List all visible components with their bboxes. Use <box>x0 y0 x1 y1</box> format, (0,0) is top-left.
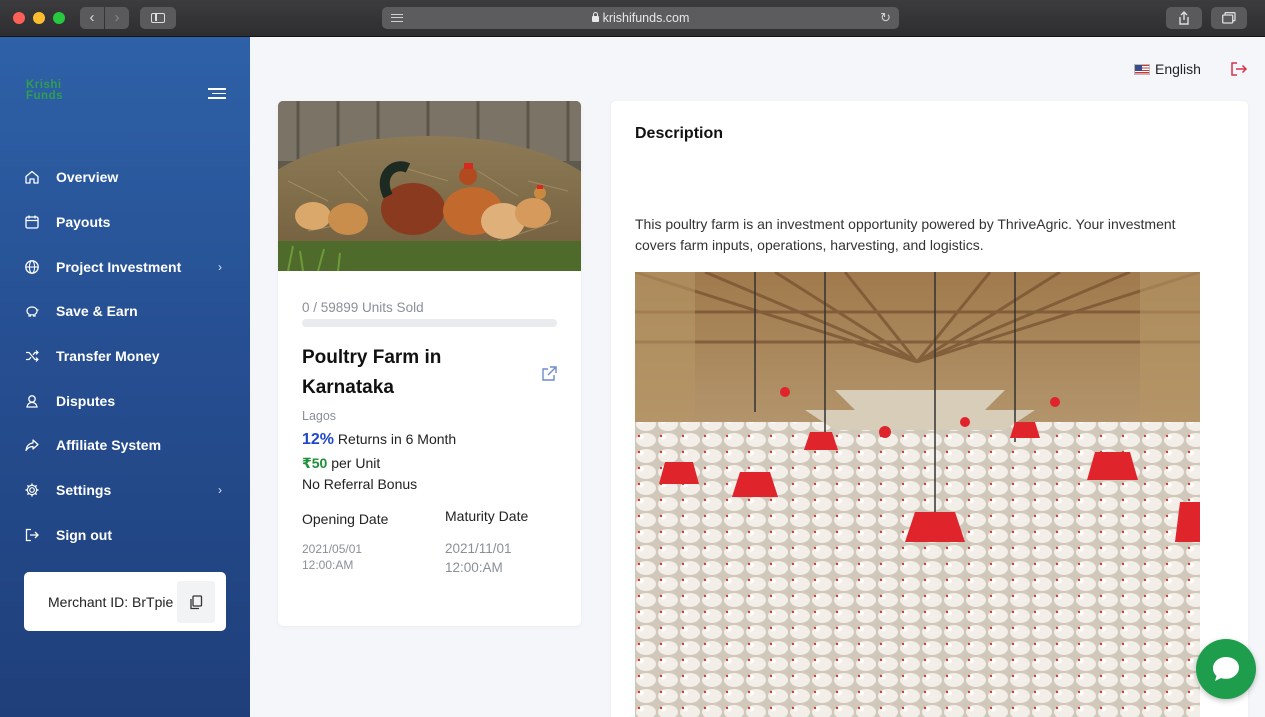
sidebar-menu: Overview Payouts Project Investment › Sa… <box>0 155 250 557</box>
referral-bonus: No Referral Bonus <box>302 476 418 492</box>
reader-icon[interactable] <box>391 14 403 22</box>
units-sold-text: 0 / 59899 Units Sold <box>302 300 424 315</box>
live-chat-button[interactable] <box>1196 639 1256 699</box>
sidebar-item-label: Save & Earn <box>56 303 138 320</box>
maturity-date-label: Maturity Date <box>445 508 529 524</box>
us-flag-icon <box>1134 63 1150 75</box>
sidebar-item-settings[interactable]: Settings › <box>0 468 250 513</box>
chat-bubble-icon <box>1213 657 1239 681</box>
logo[interactable]: Krishi Funds <box>26 79 63 102</box>
copy-icon <box>190 594 203 609</box>
units-sold-progress <box>302 319 557 327</box>
external-link-icon <box>542 366 557 381</box>
user-badge-icon <box>24 393 40 409</box>
url-text: krishifunds.com <box>602 11 690 25</box>
sidebar-item-payouts[interactable]: Payouts <box>0 200 250 245</box>
back-button[interactable]: ‹ <box>80 7 104 29</box>
sidebar-item-label: Disputes <box>56 392 116 409</box>
sidebar-item-sign-out[interactable]: Sign out <box>0 513 250 558</box>
share-button[interactable] <box>1166 7 1202 29</box>
project-location: Lagos <box>302 409 337 423</box>
zoom-window-button[interactable] <box>53 12 65 24</box>
close-window-button[interactable] <box>13 12 25 24</box>
merchant-id-box: Merchant ID: BrTpie <box>24 572 226 631</box>
browser-toolbar: ‹ › krishifunds.com ↻ <box>0 0 1265 37</box>
project-title: Poultry Farm in Karnataka <box>302 347 442 398</box>
sidebar-item-label: Settings <box>56 482 112 499</box>
calendar-icon <box>24 214 40 230</box>
share-icon <box>1179 11 1189 25</box>
sign-out-icon <box>24 527 40 543</box>
merchant-id-text: Merchant ID: BrTpie <box>48 593 174 610</box>
sidebar-item-disputes[interactable]: Disputes <box>0 378 250 423</box>
sidebar-item-label: Sign out <box>56 526 112 543</box>
opening-date: 2021/05/01 <box>302 542 363 556</box>
opening-time: 12:00:AM <box>302 558 354 572</box>
description-title: Description <box>635 125 724 142</box>
returns-percent: 12% <box>302 431 335 448</box>
sidebar-item-label: Project Investment <box>56 258 182 275</box>
sidebar-item-label: Overview <box>56 169 119 186</box>
piggy-bank-icon <box>24 303 40 319</box>
share-icon <box>24 437 40 453</box>
sidebar-item-label: Affiliate System <box>56 437 162 454</box>
tabs-icon <box>1222 12 1236 24</box>
maturity-date: 2021/11/01 <box>445 541 512 556</box>
logout-button[interactable] <box>1230 61 1248 82</box>
copy-merchant-id-button[interactable] <box>177 581 215 623</box>
globe-icon <box>24 259 40 275</box>
chevron-right-icon: › <box>218 483 222 498</box>
sidebar-item-overview[interactable]: Overview <box>0 155 250 200</box>
forward-button[interactable]: › <box>105 7 129 29</box>
chevron-right-icon: › <box>114 9 120 26</box>
opening-date-label: Opening Date <box>302 511 389 527</box>
sidebar-toggle-button[interactable] <box>140 7 176 29</box>
gear-icon <box>24 482 40 498</box>
sidebar-icon <box>151 13 165 23</box>
minimize-window-button[interactable] <box>33 12 45 24</box>
shuffle-icon <box>24 348 40 364</box>
sidebar-item-label: Transfer Money <box>56 348 160 365</box>
price-amount: ₹50 <box>302 455 328 471</box>
sidebar-item-transfer-money[interactable]: Transfer Money <box>0 334 250 379</box>
opening-date-value: 2021/05/01 12:00:AM <box>302 541 392 573</box>
sidebar: Krishi Funds Overview Payouts Project In… <box>0 37 250 717</box>
project-card: 0 / 59899 Units Sold Poultry Farm in Kar… <box>278 101 581 626</box>
sidebar-item-save-earn[interactable]: Save & Earn <box>0 289 250 334</box>
sidebar-item-affiliate-system[interactable]: Affiliate System <box>0 423 250 468</box>
description-panel: Description This poultry farm is an inve… <box>611 101 1248 717</box>
description-text: This poultry farm is an investment oppor… <box>635 216 1176 253</box>
menu-toggle-button[interactable] <box>208 88 226 102</box>
logout-icon <box>1231 62 1248 76</box>
poultry-house-image <box>635 272 1200 717</box>
chevron-right-icon: › <box>218 259 222 274</box>
sidebar-item-label: Payouts <box>56 214 111 231</box>
open-project-link[interactable] <box>540 365 558 388</box>
logo-line-2: Funds <box>26 90 63 102</box>
address-bar[interactable]: krishifunds.com ↻ <box>382 7 899 29</box>
chevron-left-icon: ‹ <box>89 9 95 26</box>
sidebar-item-project-investment[interactable]: Project Investment › <box>0 244 250 289</box>
language-label: English <box>1155 61 1201 77</box>
home-icon <box>24 169 40 185</box>
lock-icon <box>591 12 599 22</box>
maturity-date-value: 2021/11/01 12:00:AM <box>445 539 545 577</box>
project-image <box>278 101 581 271</box>
price-suffix: per Unit <box>327 455 381 471</box>
reload-icon[interactable]: ↻ <box>880 7 891 29</box>
project-returns: 12% Returns in 6 Month <box>302 431 456 449</box>
maturity-time: 12:00:AM <box>445 560 503 575</box>
language-selector[interactable]: English <box>1134 61 1201 77</box>
unit-price: ₹50 per Unit <box>302 455 380 472</box>
show-tabs-button[interactable] <box>1211 7 1247 29</box>
returns-text: Returns in 6 Month <box>334 431 457 447</box>
